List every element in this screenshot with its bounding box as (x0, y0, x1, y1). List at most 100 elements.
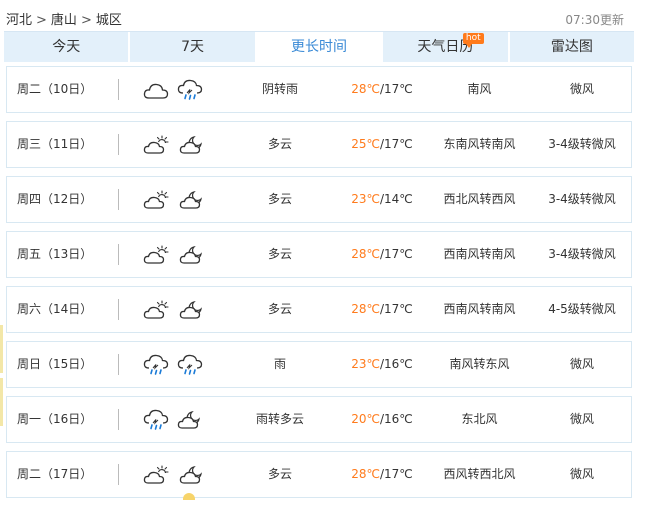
rain-cloud-icon (177, 353, 203, 377)
temp-low: 17℃ (384, 137, 413, 151)
cloud-icon (143, 79, 169, 101)
weather-icons (143, 287, 213, 332)
forecast-row[interactable]: 周三（11日） 多云 25℃/17℃ 东南风转南风 3-4级转微风 (6, 121, 632, 168)
row-divider (118, 134, 119, 155)
forecast-day: 周五（13日） (17, 247, 93, 261)
temperature-range: 23℃/16℃ (351, 357, 413, 371)
temp-high: 23℃ (351, 192, 380, 206)
wind-level: 微风 (569, 412, 594, 426)
partly-cloudy-icon (143, 244, 171, 266)
weather-description: 多云 (267, 302, 292, 316)
temperature-range: 28℃/17℃ (351, 302, 413, 316)
row-divider (118, 189, 119, 210)
wind-level: 3-4级转微风 (548, 247, 616, 261)
weather-description: 多云 (267, 137, 292, 151)
tab-label: 雷达图 (550, 39, 593, 55)
breadcrumb-province[interactable]: 河北 (6, 13, 32, 28)
row-divider (118, 244, 119, 265)
forecast-row[interactable]: 周二（10日） 阴转雨 28℃/17℃ 南风 微风 (6, 66, 632, 113)
tab-radar[interactable]: 雷达图 (510, 32, 634, 62)
forecast-row[interactable]: 周一（16日） 雨转多云 20℃/16℃ 东北风 微风 (6, 396, 632, 443)
forecast-day: 周日（15日） (17, 357, 93, 371)
temp-low: 17℃ (384, 247, 413, 261)
partly-cloudy-icon (143, 464, 171, 486)
tab-longer-term[interactable]: 更长时间 (256, 32, 384, 62)
tab-weather-calendar[interactable]: 天气日历 hot (383, 32, 510, 62)
weather-description: 阴转雨 (261, 82, 298, 96)
forecast-tabs: 今天 7天 更长时间 天气日历 hot 雷达图 (4, 31, 634, 62)
partly-cloudy-icon (143, 189, 171, 211)
forecast-row[interactable]: 周二（17日） 多云 28℃/17℃ 西风转西北风 微风 (6, 451, 632, 498)
forecast-day: 周二（10日） (17, 82, 93, 96)
temperature-range: 23℃/14℃ (351, 192, 413, 206)
temp-low: 17℃ (384, 82, 413, 96)
partly-cloudy-moon-icon (179, 299, 205, 321)
breadcrumb-district: 城区 (95, 13, 122, 28)
temp-high: 20℃ (351, 412, 380, 426)
forecast-list: 周二（10日） 阴转雨 28℃/17℃ 南风 微风 周三（11日） 多云 25℃… (6, 66, 632, 506)
row-divider (118, 354, 119, 375)
temp-low: 16℃ (384, 412, 413, 426)
tab-label: 7天 (181, 39, 205, 55)
breadcrumb-separator: > (36, 13, 47, 28)
breadcrumb: 河北 > 唐山 > 城区 (6, 9, 122, 28)
weather-description: 多云 (267, 247, 292, 261)
weather-description: 雨 (273, 357, 286, 371)
wind-level: 3-4级转微风 (548, 137, 616, 151)
partly-cloudy-icon (143, 134, 171, 156)
forecast-row[interactable]: 周四（12日） 多云 23℃/14℃ 西北风转西风 3-4级转微风 (6, 176, 632, 223)
weather-icons (143, 177, 213, 222)
breadcrumb-separator: > (80, 13, 92, 28)
temp-low: 17℃ (384, 302, 413, 316)
partly-cloudy-moon-icon (179, 244, 205, 266)
temp-high: 28℃ (351, 247, 380, 261)
tab-7-days[interactable]: 7天 (130, 32, 257, 62)
forecast-day: 周四（12日） (17, 192, 93, 206)
breadcrumb-city[interactable]: 唐山 (51, 13, 77, 28)
forecast-day: 周三（11日） (17, 137, 93, 151)
temp-high: 28℃ (351, 82, 380, 96)
wind-level: 微风 (569, 357, 594, 371)
forecast-day: 周二（17日） (17, 467, 93, 481)
tab-today[interactable]: 今天 (4, 32, 131, 62)
row-divider (118, 299, 119, 320)
temperature-range: 28℃/17℃ (351, 82, 413, 96)
temp-low: 17℃ (384, 467, 413, 481)
wind-direction: 东北风 (461, 412, 498, 426)
tab-label: 今天 (52, 39, 81, 55)
weather-description: 雨转多云 (255, 412, 304, 426)
rain-cloud-icon (143, 408, 169, 432)
wind-direction: 南风转东风 (449, 357, 510, 371)
side-marker (0, 325, 3, 373)
wind-level: 微风 (569, 82, 594, 96)
tab-label: 更长时间 (291, 39, 348, 55)
forecast-row[interactable]: 周五（13日） 多云 28℃/17℃ 西南风转南风 3-4级转微风 (6, 231, 632, 278)
weather-icons (143, 342, 213, 387)
weather-icons (143, 452, 213, 497)
forecast-row[interactable]: 周日（15日） 雨 23℃/16℃ 南风转东风 微风 (6, 341, 632, 388)
temperature-range: 28℃/17℃ (351, 467, 413, 481)
row-divider (118, 464, 119, 485)
partly-cloudy-moon-icon (177, 409, 203, 431)
temp-low: 14℃ (384, 192, 413, 206)
rain-cloud-icon (177, 78, 203, 102)
wind-direction: 东南风转南风 (443, 137, 516, 151)
temperature-range: 20℃/16℃ (351, 412, 413, 426)
weather-icons (143, 67, 213, 112)
temp-high: 28℃ (351, 302, 380, 316)
weather-icons (143, 397, 213, 442)
partly-cloudy-icon (143, 299, 171, 321)
row-divider (118, 79, 119, 100)
forecast-row[interactable]: 周六（14日） 多云 28℃/17℃ 西南风转南风 4-5级转微风 (6, 286, 632, 333)
hot-badge: hot (462, 33, 484, 48)
temperature-range: 25℃/17℃ (351, 137, 413, 151)
weather-icons (143, 232, 213, 277)
wind-direction: 西风转西北风 (443, 467, 516, 481)
temp-high: 25℃ (351, 137, 380, 151)
weather-description: 多云 (267, 192, 292, 206)
temperature-range: 28℃/17℃ (351, 247, 413, 261)
weather-icons (143, 122, 213, 167)
partly-cloudy-moon-icon (179, 464, 205, 486)
wind-level: 4-5级转微风 (548, 302, 616, 316)
wind-direction: 西北风转西风 (443, 192, 516, 206)
